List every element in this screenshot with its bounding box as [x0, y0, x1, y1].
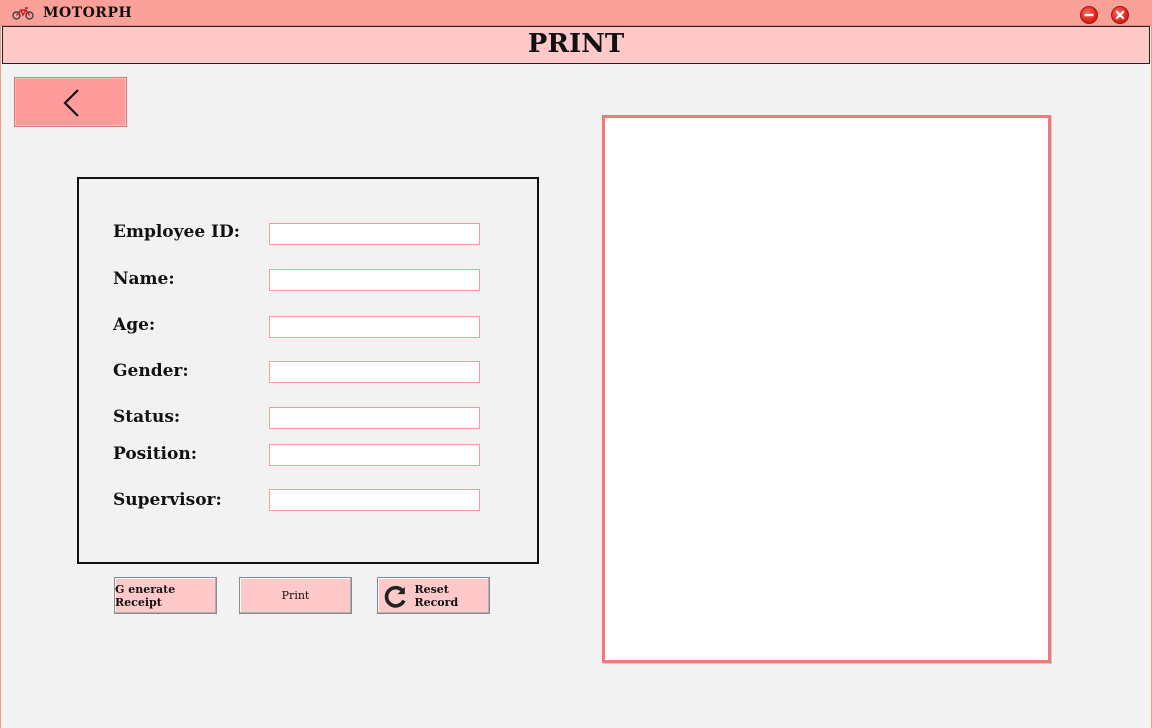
- position-label: Position:: [113, 444, 197, 464]
- page-header: PRINT: [2, 26, 1150, 64]
- close-button[interactable]: [1111, 6, 1129, 24]
- employee-form-panel: Employee ID: Name: Age: Gender: Status: …: [77, 177, 539, 564]
- motorcycle-icon: [12, 7, 34, 20]
- title-bar[interactable]: MOTORPH: [0, 0, 1152, 26]
- reset-record-button[interactable]: Reset Record: [377, 577, 490, 614]
- print-button[interactable]: Print: [239, 577, 352, 614]
- position-field[interactable]: [269, 444, 480, 466]
- page-title: PRINT: [527, 29, 625, 59]
- generate-receipt-label: G enerate Receipt: [115, 582, 176, 609]
- generate-receipt-button[interactable]: G enerate Receipt: [114, 577, 217, 614]
- employee-id-label: Employee ID:: [113, 222, 241, 242]
- refresh-icon: [384, 585, 406, 608]
- back-button[interactable]: [14, 77, 127, 127]
- print-label: Print: [281, 589, 310, 602]
- status-label: Status:: [113, 407, 181, 427]
- close-icon: [1115, 10, 1125, 20]
- employee-id-field[interactable]: [269, 223, 480, 245]
- chevron-left-icon: [63, 89, 79, 117]
- minimize-icon: [1084, 13, 1094, 17]
- minimize-button[interactable]: [1080, 6, 1098, 24]
- supervisor-field[interactable]: [269, 489, 480, 511]
- age-label: Age:: [113, 315, 156, 335]
- age-field[interactable]: [269, 316, 480, 338]
- gender-label: Gender:: [113, 361, 189, 381]
- app-title: MOTORPH: [43, 5, 133, 21]
- supervisor-label: Supervisor:: [113, 490, 222, 510]
- name-field[interactable]: [269, 269, 480, 291]
- receipt-preview-area[interactable]: [602, 115, 1051, 663]
- reset-record-label: Reset Record: [414, 582, 459, 609]
- status-field[interactable]: [269, 407, 480, 429]
- gender-field[interactable]: [269, 361, 480, 383]
- name-label: Name:: [113, 269, 175, 289]
